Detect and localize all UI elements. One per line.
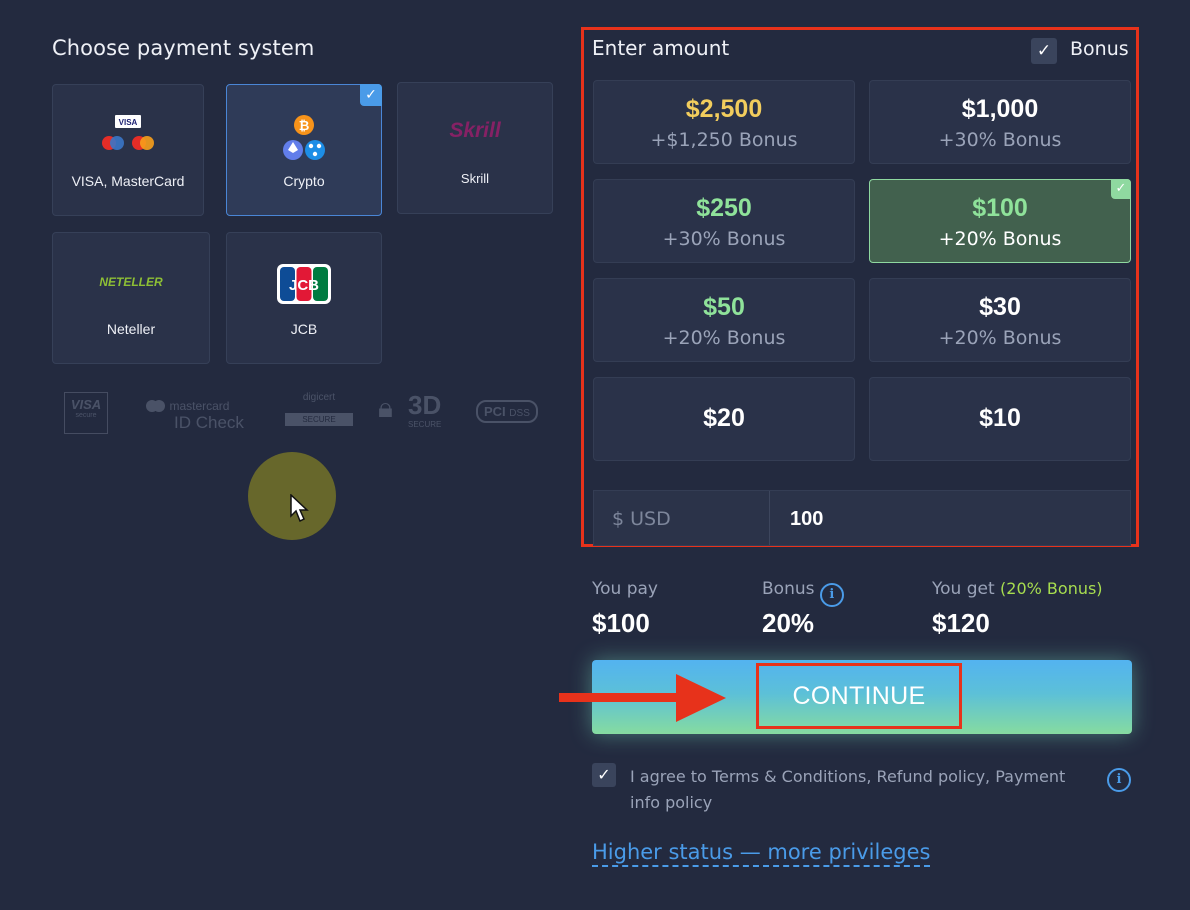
amount-value: $1,000 (961, 95, 1039, 123)
amount-option-10[interactable]: $10 (869, 377, 1131, 461)
higher-status-link[interactable]: Higher status — more privileges (592, 840, 930, 864)
amount-option-1000[interactable]: $1,000 +30% Bonus (869, 80, 1131, 164)
amount-option-20[interactable]: $20 (593, 377, 855, 461)
amount-option-250[interactable]: $250 +30% Bonus (593, 179, 855, 263)
amount-value: $10 (979, 404, 1021, 432)
amount-bonus: +20% Bonus (938, 228, 1062, 250)
payment-method-skrill[interactable]: Skrill Skrill (397, 82, 553, 214)
agree-text: I agree to Terms & Conditions, Refund po… (630, 767, 1066, 812)
you-get-label: You get (932, 579, 995, 599)
amount-bonus: +20% Bonus (662, 327, 786, 349)
amount-bonus: +30% Bonus (662, 228, 786, 250)
amount-value: $30 (979, 293, 1021, 321)
bonus-summary-label: Bonus i (762, 579, 844, 607)
neteller-icon: NETELLER (53, 275, 209, 289)
payment-method-visa-mastercard[interactable]: VISA VISA, MasterCard (52, 84, 204, 216)
amount-option-50[interactable]: $50 +20% Bonus (593, 278, 855, 362)
jcb-logo-text: JCB (289, 277, 319, 294)
agree-info-icon[interactable]: i (1107, 764, 1131, 792)
payment-method-jcb[interactable]: JCB JCB (226, 232, 382, 364)
currency-prefix: $ USD (594, 491, 770, 545)
pci-dss-badge: PCI DSS (476, 400, 538, 423)
trust-badges: VISA secure mastercard ID Check digicert… (62, 390, 562, 438)
selected-check-icon: ✓ (1111, 179, 1131, 199)
amount-value: $100 (972, 194, 1028, 222)
info-icon: i (1107, 768, 1131, 792)
amount-bonus: +$1,250 Bonus (650, 129, 798, 151)
amount-input[interactable] (772, 491, 1148, 547)
bonus-summary-text: Bonus (762, 579, 815, 599)
crypto-icon: ₿ (227, 113, 381, 163)
digicert-secure-badge: digicert SECURE (285, 392, 353, 426)
bonus-checkbox[interactable]: ✓ (1031, 38, 1057, 64)
selected-check-icon: ✓ (360, 84, 382, 106)
you-pay-value: $100 (592, 608, 650, 638)
red-arrow-icon (559, 693, 687, 702)
payment-method-crypto[interactable]: ₿ Crypto ✓ (226, 84, 382, 216)
mouse-cursor-icon (290, 494, 309, 523)
payment-method-label: Skrill (460, 171, 490, 186)
svg-text:₿: ₿ (299, 119, 310, 134)
3d-secure-badge: 🔒︎ 3D SECURE (378, 390, 442, 429)
skrill-icon: Skrill (398, 119, 552, 143)
payment-method-label: Crypto (283, 173, 325, 189)
visa-logo-text: VISA (119, 118, 138, 127)
amount-option-30[interactable]: $30 +20% Bonus (869, 278, 1131, 362)
payment-method-label: Neteller (106, 321, 156, 337)
bonus-summary-value: 20% (762, 608, 815, 638)
amount-bonus: +20% Bonus (938, 327, 1062, 349)
amount-option-2500[interactable]: $2,500 +$1,250 Bonus (593, 80, 855, 164)
payment-system-title: Choose payment system (52, 36, 315, 60)
red-arrow-head-icon (676, 674, 726, 722)
amount-value: $20 (703, 404, 745, 432)
visa-mastercard-icon: VISA (53, 113, 203, 161)
mastercard-id-check-badge: mastercard ID Check (146, 397, 244, 433)
payment-method-label: JCB (290, 321, 318, 337)
neteller-logo-text: NETELLER (99, 275, 163, 289)
you-get-bonus-note: (20% Bonus) (1000, 579, 1103, 598)
skrill-logo-text: Skrill (449, 119, 501, 142)
amount-value: $250 (696, 194, 752, 222)
payment-method-neteller[interactable]: NETELLER Neteller (52, 232, 210, 364)
you-get-label-row: You get (20% Bonus) (932, 579, 1103, 599)
visa-secure-badge: VISA secure (64, 392, 108, 434)
you-get-value: $120 (932, 608, 990, 638)
bonus-checkbox-label: Bonus (1070, 38, 1129, 60)
amount-value: $2,500 (685, 95, 763, 123)
enter-amount-title: Enter amount (592, 36, 730, 60)
you-pay-label: You pay (592, 579, 658, 599)
jcb-icon: JCB (227, 263, 381, 305)
amount-bonus: +30% Bonus (938, 129, 1062, 151)
continue-button-label[interactable]: CONTINUE (756, 663, 962, 729)
agree-checkbox[interactable]: ✓ (592, 763, 616, 787)
amount-input-group: $ USD (593, 490, 1148, 547)
amount-option-100[interactable]: $100 +20% Bonus ✓ (869, 179, 1131, 263)
bonus-info-icon[interactable]: i (819, 583, 844, 607)
payment-method-label: VISA, MasterCard (71, 173, 185, 189)
amount-value: $50 (703, 293, 745, 321)
